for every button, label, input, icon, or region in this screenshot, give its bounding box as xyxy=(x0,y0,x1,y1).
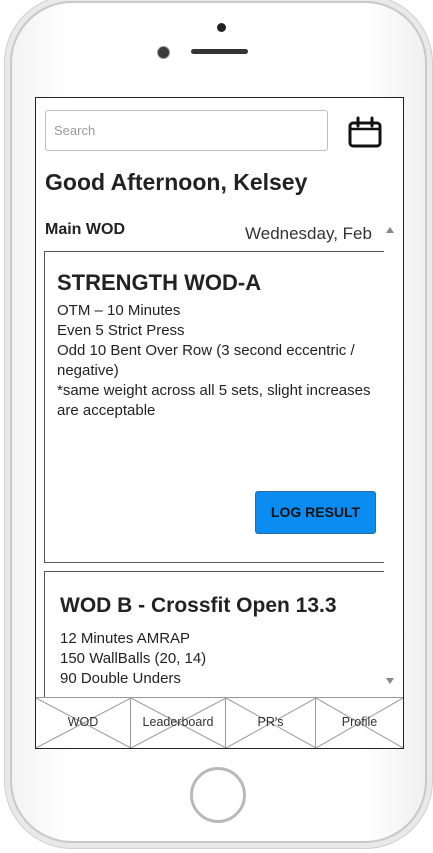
app-screen: Search Good Afternoon, Kelsey Main WOD W… xyxy=(35,97,404,749)
workout-line: 12 Minutes AMRAP xyxy=(60,630,191,647)
workout-line: OTM – 10 Minutes xyxy=(57,302,181,319)
tab-bar: WOD Leaderboard PR's Profile xyxy=(36,697,403,748)
workout-title: STRENGTH WOD-A xyxy=(57,270,262,295)
scroll-up-arrow-icon[interactable] xyxy=(386,227,394,233)
log-result-button[interactable]: LOG RESULT xyxy=(255,491,376,534)
calendar-icon[interactable] xyxy=(348,116,382,148)
tab-label: Leaderboard xyxy=(142,715,214,729)
date-label: Wednesday, Feb xyxy=(245,224,372,243)
proximity-sensor xyxy=(217,23,226,32)
workout-line: 150 WallBalls (20, 14) xyxy=(60,650,207,667)
scrollbar[interactable] xyxy=(384,222,400,690)
workout-line: 90 Double Unders xyxy=(60,670,181,687)
section-label: Main WOD xyxy=(45,221,125,238)
front-camera xyxy=(157,46,170,59)
workout-card: STRENGTH WOD-A OTM – 10 Minutes Even 5 S… xyxy=(44,251,386,563)
workout-card: WOD B - Crossfit Open 13.3 12 Minutes AM… xyxy=(44,571,386,701)
tab-label: WOD xyxy=(67,715,99,729)
tab-label: Profile xyxy=(341,715,378,729)
workout-line: Odd 10 Bent Over Row (3 second eccentric… xyxy=(57,342,355,379)
tab-label: PR's xyxy=(257,715,284,729)
scroll-down-arrow-icon[interactable] xyxy=(386,678,394,684)
tab-profile[interactable]: Profile xyxy=(316,698,403,748)
home-button[interactable] xyxy=(190,767,246,823)
tab-prs[interactable]: PR's xyxy=(226,698,316,748)
workout-description: 12 Minutes AMRAP 150 WallBalls (20, 14) … xyxy=(60,629,385,689)
earpiece-speaker xyxy=(191,49,248,54)
tab-wod[interactable]: WOD xyxy=(36,698,131,748)
tab-leaderboard[interactable]: Leaderboard xyxy=(131,698,226,748)
greeting-heading: Good Afternoon, Kelsey xyxy=(45,169,308,195)
workout-title: WOD B - Crossfit Open 13.3 xyxy=(60,594,337,617)
workout-line: *same weight across all 5 sets, slight i… xyxy=(57,382,371,419)
search-input[interactable]: Search xyxy=(45,110,328,151)
workout-line: Even 5 Strict Press xyxy=(57,322,185,339)
workout-description: OTM – 10 Minutes Even 5 Strict Press Odd… xyxy=(57,301,382,421)
